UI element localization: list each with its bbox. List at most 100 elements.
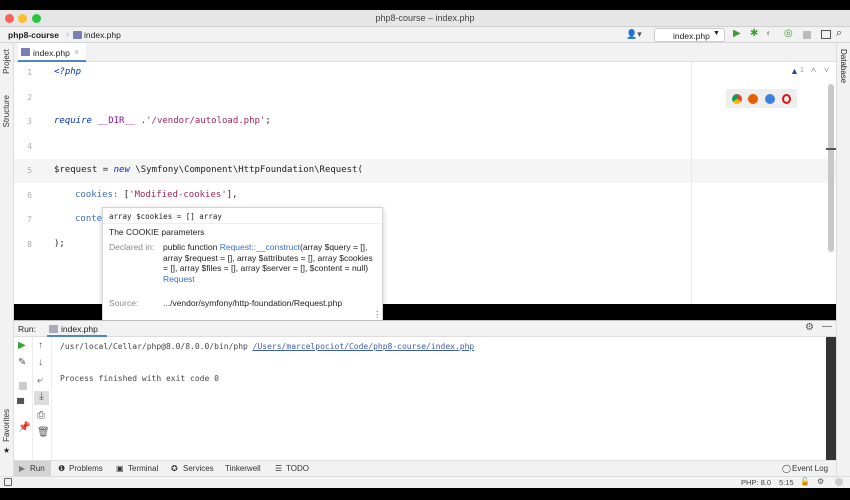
previous-highlight-icon[interactable]: ˄ bbox=[811, 65, 816, 76]
caret-position[interactable]: 5:15 bbox=[779, 478, 794, 487]
php-binary-path: /usr/local/Cellar/php@8.0/8.0.0/bin/php bbox=[60, 342, 253, 351]
tab-problems[interactable]: Problems bbox=[69, 464, 103, 473]
notifications-icon[interactable] bbox=[835, 478, 843, 486]
window-title: php8-course – index.php bbox=[375, 13, 475, 23]
git-icon[interactable]: ⚙ bbox=[817, 477, 824, 486]
layout-icon[interactable]: ▀ bbox=[17, 399, 24, 410]
stop-icon[interactable] bbox=[19, 382, 27, 390]
editor-scrollbar[interactable] bbox=[828, 84, 834, 252]
scroll-to-end-icon[interactable]: ⤓ bbox=[34, 391, 49, 405]
run-tab-label: index.php bbox=[61, 324, 98, 334]
line-number: 3 bbox=[27, 117, 32, 126]
line-number: 1 bbox=[27, 68, 32, 77]
breadcrumb-separator-icon: › bbox=[66, 29, 69, 39]
pin-icon[interactable]: 📌 bbox=[18, 422, 30, 433]
script-path-link[interactable]: /Users/marcelpociot/Code/php8-course/ind… bbox=[253, 342, 475, 351]
tab-tinkerwell[interactable]: Tinkerwell bbox=[225, 464, 261, 473]
hide-icon[interactable]: — bbox=[822, 321, 832, 332]
run-config-select[interactable]: index.php ▼ bbox=[654, 28, 725, 42]
database-tool-tab[interactable]: Database bbox=[839, 49, 848, 83]
tab-todo[interactable]: TODO bbox=[286, 464, 309, 473]
star-icon: ★ bbox=[3, 446, 11, 455]
chevron-down-icon: ▼ bbox=[713, 30, 720, 37]
named-param: cookies: bbox=[75, 190, 119, 200]
trash-icon[interactable]: 🗑 bbox=[37, 427, 50, 438]
doc-signature: array $cookies = [] array bbox=[109, 212, 222, 221]
profile-icon[interactable]: ◎ bbox=[784, 28, 793, 39]
editor-tab-bar: index.php × bbox=[14, 43, 836, 62]
toggle-tool-windows-icon[interactable] bbox=[4, 478, 12, 486]
stop-icon[interactable] bbox=[803, 31, 811, 39]
line-number: 7 bbox=[27, 215, 32, 224]
line-number: 5 bbox=[27, 166, 32, 175]
up-arrow-icon[interactable]: ↑ bbox=[38, 340, 43, 351]
php-file-icon bbox=[21, 48, 30, 56]
console-command: /usr/local/Cellar/php@8.0/8.0.0/bin/php … bbox=[60, 342, 474, 351]
code-line-7: conte bbox=[75, 214, 103, 224]
declared-value: public function Request::__construct(arr… bbox=[163, 242, 375, 284]
services-icon: ✪ bbox=[171, 464, 178, 473]
opera-icon[interactable] bbox=[782, 94, 791, 104]
project-tool-tab[interactable]: Project bbox=[2, 49, 11, 74]
problems-icon: ❶ bbox=[58, 464, 66, 473]
code-line-6: cookies: ['Modified-cookies'], bbox=[75, 190, 238, 200]
string-literal: 'Modified-cookies' bbox=[129, 190, 227, 200]
bracket: [ bbox=[118, 190, 130, 200]
favorites-tool-tab[interactable]: Favorites bbox=[2, 409, 11, 442]
run-icon: ▶ bbox=[19, 464, 26, 473]
run-icon[interactable]: ▶ bbox=[733, 28, 741, 39]
safari-icon[interactable] bbox=[765, 94, 775, 104]
caret-marker bbox=[826, 148, 836, 150]
left-tool-stripe: Project Structure Favorites ★ bbox=[0, 43, 14, 476]
coverage-icon[interactable]: ◐ bbox=[766, 28, 772, 39]
source-value: .../vendor/symfony/http-foundation/Reque… bbox=[163, 298, 343, 308]
tool-window-bar: ▶ Run ❶ Problems ▣ Terminal ✪ Services T… bbox=[14, 460, 836, 476]
event-log-button[interactable]: Event Log bbox=[792, 464, 828, 473]
next-highlight-icon[interactable]: ˅ bbox=[824, 65, 829, 76]
right-margin-guide bbox=[691, 62, 692, 304]
title-bar: php8-course – index.php bbox=[0, 10, 850, 27]
print-icon[interactable]: ⎙ bbox=[37, 410, 45, 421]
warning-icon[interactable]: ▲ bbox=[790, 66, 799, 76]
console-scrollbar[interactable] bbox=[826, 337, 836, 460]
run-label: Run: bbox=[18, 324, 36, 334]
tab-run-label: Run bbox=[30, 464, 45, 473]
presentation-icon[interactable] bbox=[821, 30, 831, 39]
tab-label: index.php bbox=[33, 48, 70, 58]
soft-wrap-icon[interactable]: ⤶ bbox=[37, 375, 43, 386]
gear-icon[interactable]: ⚙ bbox=[805, 322, 814, 333]
navigation-bar: php8-course › index.php 👤▾ index.php ▼ ▶… bbox=[0, 27, 850, 43]
line-number: 8 bbox=[27, 240, 32, 249]
close-tab-icon[interactable]: × bbox=[74, 47, 79, 57]
lock-icon[interactable]: 🔓 bbox=[800, 477, 810, 486]
breadcrumb-project[interactable]: php8-course bbox=[8, 30, 59, 40]
tab-run[interactable]: ▶ Run bbox=[14, 461, 51, 476]
firefox-icon[interactable] bbox=[748, 94, 758, 104]
php-version[interactable]: PHP: 8.0 bbox=[741, 478, 771, 487]
tab-terminal[interactable]: Terminal bbox=[128, 464, 158, 473]
debug-icon[interactable]: ✱ bbox=[750, 28, 758, 39]
run-config-label: index.php bbox=[673, 31, 710, 41]
require-keyword: require bbox=[54, 116, 92, 126]
tab-index-php[interactable]: index.php × bbox=[18, 43, 86, 62]
run-console: ▶ ✎ ▀ 📌 ↑ ↓ ⤶ ⤓ ⎙ 🗑 /usr/local/Cellar/ph… bbox=[14, 337, 836, 460]
chrome-icon[interactable] bbox=[732, 94, 742, 104]
string-literal: '/vendor/autoload.php' bbox=[146, 116, 266, 126]
rerun-icon[interactable]: ▶ bbox=[18, 340, 26, 351]
constructor-link[interactable]: Request::__construct bbox=[220, 242, 300, 252]
variable: $request bbox=[54, 165, 98, 175]
class-link[interactable]: Request bbox=[163, 274, 195, 284]
tab-services[interactable]: Services bbox=[183, 464, 214, 473]
code-line-5: $request = new \Symfony\Component\HttpFo… bbox=[54, 165, 363, 175]
run-tab-index-php[interactable]: index.php bbox=[47, 321, 107, 337]
user-account-icon[interactable]: 👤▾ bbox=[626, 29, 642, 40]
breadcrumb-file[interactable]: index.php bbox=[84, 30, 121, 40]
down-arrow-icon[interactable]: ↓ bbox=[38, 357, 43, 368]
class-name: \Symfony\Component\HttpFoundation\Reques… bbox=[129, 165, 363, 175]
more-options-icon[interactable]: ⋮ bbox=[373, 309, 382, 320]
wrench-icon[interactable]: ✎ bbox=[18, 357, 26, 368]
declared-prefix: public function bbox=[163, 242, 220, 252]
search-icon[interactable]: ⌕ bbox=[836, 27, 842, 40]
code-line-8: ); bbox=[54, 239, 65, 249]
structure-tool-tab[interactable]: Structure bbox=[2, 95, 11, 127]
